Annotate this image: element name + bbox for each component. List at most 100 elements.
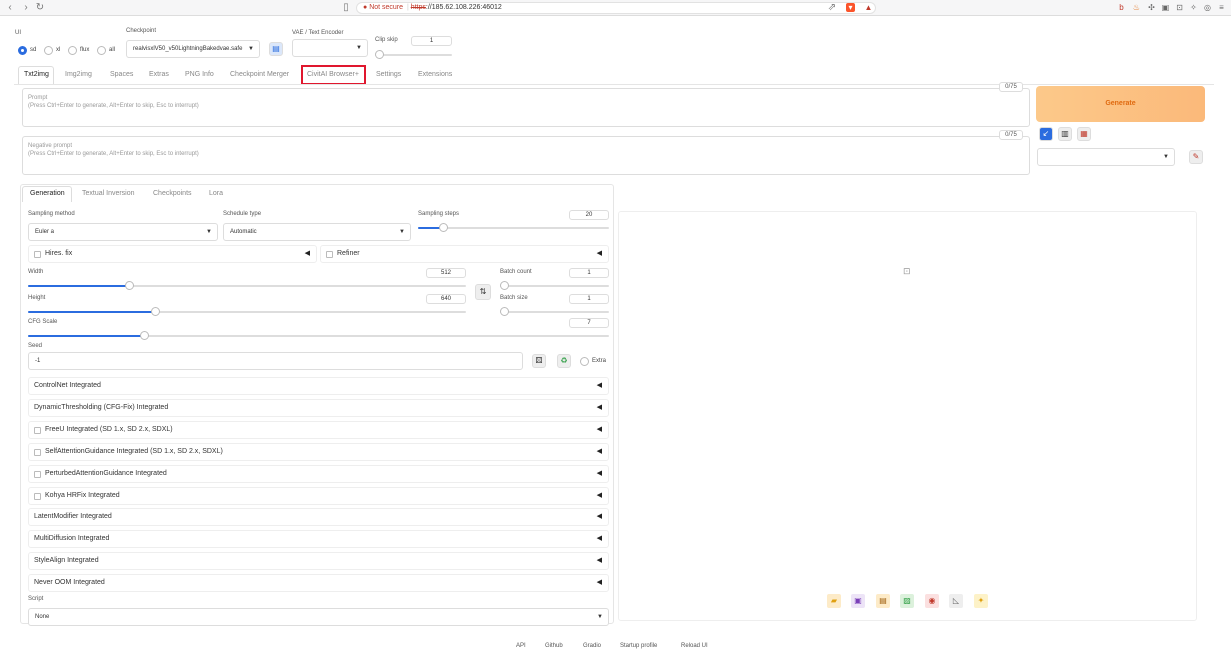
vae-select[interactable]: ▼	[292, 39, 368, 57]
open-folder-icon[interactable]: ▰	[827, 594, 841, 608]
sampling-steps-input[interactable]: 20	[569, 210, 609, 220]
styles-select[interactable]: ▼	[1037, 148, 1175, 166]
share-icon[interactable]: ⇗	[826, 2, 838, 14]
footer-link-api[interactable]: API	[516, 643, 526, 649]
footer-link-startup-profile[interactable]: Startup profile	[620, 643, 657, 649]
edit-styles-icon[interactable]: ✎	[1189, 150, 1203, 164]
accordion-row[interactable]: Never OOM Integrated ◀	[28, 574, 609, 593]
back-icon[interactable]: ‹	[4, 2, 16, 14]
caret-left-icon: ◀	[596, 491, 602, 499]
checkpoint-select[interactable]: realvisxlV50_v50LightningBakedvae.safe ▼	[126, 40, 260, 58]
height-input[interactable]: 640	[426, 294, 466, 304]
footer-link-github[interactable]: Github	[545, 643, 563, 649]
accordion-row[interactable]: ControlNet Integrated ◀	[28, 377, 609, 395]
forward-icon[interactable]: ›	[20, 2, 32, 14]
reload-icon[interactable]: ↻	[34, 2, 46, 14]
accordion-checkbox[interactable]	[34, 448, 41, 456]
checkpoint-value: realvisxlV50_v50LightningBakedvae.safe	[133, 46, 243, 52]
ui-radio-all[interactable]	[97, 46, 106, 55]
accordion-row[interactable]: Kohya HRFix Integrated ◀	[28, 486, 609, 505]
vpn-icon[interactable]: ◎	[1203, 3, 1212, 12]
height-slider[interactable]	[151, 307, 160, 316]
sparkle-icon[interactable]: ✦	[974, 594, 988, 608]
tab-png-info[interactable]: PNG Info	[185, 71, 214, 78]
subtab-textual-inversion[interactable]: Textual Inversion	[82, 190, 135, 197]
accordion-row[interactable]: PerturbedAttentionGuidance Integrated ◀	[28, 464, 609, 483]
accordion-row[interactable]: StyleAlign Integrated ◀	[28, 552, 609, 571]
swap-dimensions-icon[interactable]: ⇅	[475, 284, 491, 300]
batch-count-input[interactable]: 1	[569, 268, 609, 278]
extra-checkbox[interactable]	[580, 357, 589, 366]
extension-b-icon[interactable]: b	[1117, 3, 1126, 12]
cfg-slider[interactable]	[140, 331, 149, 340]
trash-icon[interactable]: ▥	[1058, 127, 1072, 141]
subtab-checkpoints[interactable]: Checkpoints	[153, 190, 192, 197]
refresh-checkpoint-button[interactable]: ▤	[269, 42, 283, 56]
accordion-row[interactable]: FreeU Integrated (SD 1.x, SD 2.x, SDXL) ◀	[28, 420, 609, 439]
read-params-button[interactable]: ↙	[1039, 127, 1053, 141]
refiner-accordion[interactable]: Refiner ◀	[320, 245, 609, 263]
tab-extras[interactable]: Extras	[149, 71, 169, 78]
tab-settings[interactable]: Settings	[376, 71, 401, 78]
accordion-checkbox[interactable]	[34, 492, 41, 500]
tab-spaces[interactable]: Spaces	[110, 71, 133, 78]
width-fill	[28, 285, 129, 287]
random-seed-icon[interactable]: ⚄	[532, 354, 546, 368]
width-slider[interactable]	[125, 281, 134, 290]
cfg-scale-input[interactable]: 7	[569, 318, 609, 328]
accordion-row[interactable]: LatentModifier Integrated ◀	[28, 508, 609, 527]
hires-fix-accordion[interactable]: Hires. fix ◀	[28, 245, 317, 263]
extension-flame-icon[interactable]: ♨	[1132, 3, 1141, 12]
footer-link-gradio[interactable]: Gradio	[583, 643, 601, 649]
extensions-icon[interactable]: ✣	[1147, 3, 1156, 12]
bookmark-icon[interactable]: ▯	[340, 2, 352, 14]
ui-radio-flux[interactable]	[68, 46, 77, 55]
caret-left-icon: ◀	[596, 469, 602, 477]
sidebar-icon[interactable]: ▣	[1161, 3, 1170, 12]
prompt-textarea[interactable]: Prompt (Press Ctrl+Enter to generate, Al…	[22, 88, 1030, 127]
refiner-checkbox[interactable]	[326, 251, 333, 258]
batch-count-slider[interactable]	[500, 281, 509, 290]
send-to-img2img-icon[interactable]: ▨	[900, 594, 914, 608]
accordion-row[interactable]: SelfAttentionGuidance Integrated (SD 1.x…	[28, 442, 609, 461]
accordion-checkbox[interactable]	[34, 470, 41, 478]
accordion-row[interactable]: DynamicThresholding (CFG-Fix) Integrated…	[28, 398, 609, 417]
ui-radio-sd[interactable]	[18, 46, 27, 55]
script-select[interactable]: None ▼	[28, 608, 609, 626]
batch-size-input[interactable]: 1	[569, 294, 609, 304]
clip-skip-input[interactable]: 1	[411, 36, 452, 46]
generate-button[interactable]: Generate	[1036, 86, 1205, 122]
sampling-steps-slider[interactable]	[439, 223, 448, 232]
clipboard-icon[interactable]: ▦	[1077, 127, 1091, 141]
clip-skip-slider[interactable]	[375, 50, 384, 59]
footer-link-reload-ui[interactable]: Reload UI	[681, 643, 708, 649]
leo-icon[interactable]: ✧	[1189, 3, 1198, 12]
sampling-method-select[interactable]: Euler a ▼	[28, 223, 218, 241]
negative-prompt-textarea[interactable]: Negative prompt (Press Ctrl+Enter to gen…	[22, 136, 1030, 175]
schedule-type-select[interactable]: Automatic ▼	[223, 223, 411, 241]
tab-extensions[interactable]: Extensions	[418, 71, 452, 78]
address-bar[interactable]: ● Not secure | https://185.62.108.226:46…	[356, 2, 876, 14]
width-input[interactable]: 512	[426, 268, 466, 278]
batch-size-slider[interactable]	[500, 307, 509, 316]
send-to-extras-icon[interactable]: ◺	[949, 594, 963, 608]
send-to-inpaint-icon[interactable]: ◉	[925, 594, 939, 608]
tab-img2img[interactable]: Img2img	[65, 71, 92, 78]
save-icon[interactable]: ▣	[851, 594, 865, 608]
subtab-generation[interactable]: Generation	[30, 190, 65, 197]
brave-rewards-icon[interactable]: ▲	[864, 3, 873, 12]
accordion-row[interactable]: MultiDiffusion Integrated ◀	[28, 530, 609, 549]
menu-icon[interactable]: ≡	[1217, 3, 1226, 12]
tab-checkpoint-merger[interactable]: Checkpoint Merger	[230, 71, 289, 78]
tab-search-icon[interactable]: ⊡	[1175, 3, 1184, 12]
accordion-checkbox[interactable]	[34, 426, 41, 434]
accordion-label: PerturbedAttentionGuidance Integrated	[45, 469, 167, 477]
subtab-lora[interactable]: Lora	[209, 190, 223, 197]
ui-radio-xl[interactable]	[44, 46, 53, 55]
brave-shield-icon[interactable]: ▾	[846, 3, 855, 12]
tab-txt2img[interactable]: Txt2img	[24, 71, 49, 78]
hires-fix-checkbox[interactable]	[34, 251, 41, 258]
seed-input[interactable]: -1	[28, 352, 523, 370]
zip-icon[interactable]: ▤	[876, 594, 890, 608]
reuse-seed-icon[interactable]: ♻	[557, 354, 571, 368]
